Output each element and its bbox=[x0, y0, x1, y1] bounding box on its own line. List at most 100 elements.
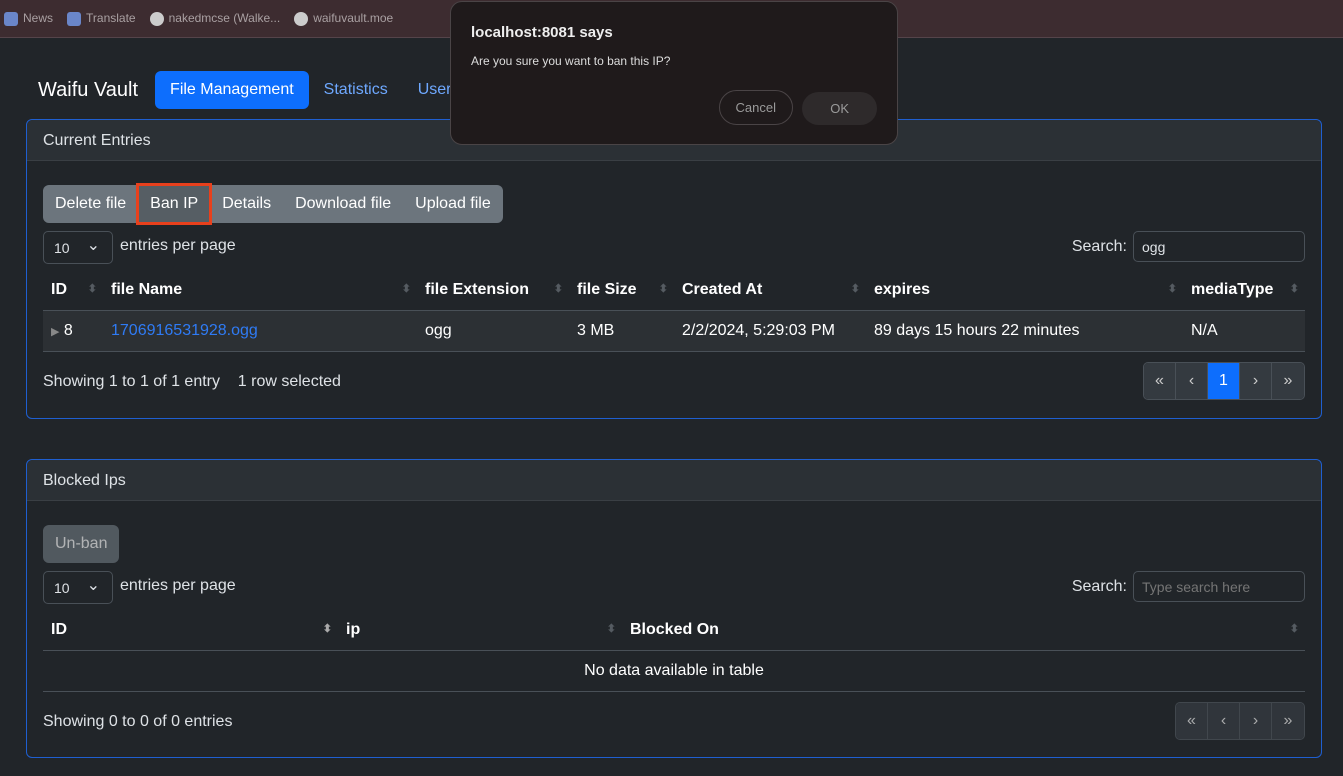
cell-created: 2/2/2024, 5:29:03 PM bbox=[674, 310, 866, 352]
sort-icon: ⬍ bbox=[1167, 283, 1177, 295]
file-link[interactable]: 1706916531928.ogg bbox=[111, 322, 258, 339]
col-file-size[interactable]: file Size ⬍ bbox=[569, 270, 674, 311]
bookmark-label: News bbox=[23, 11, 54, 26]
first-page-button[interactable]: « bbox=[1176, 703, 1208, 739]
selected-text: 1 row selected bbox=[237, 373, 341, 390]
sort-icon: ⬍ bbox=[1289, 623, 1299, 635]
col-created-at[interactable]: Created At ⬍ bbox=[674, 270, 866, 311]
col-label: ip bbox=[346, 620, 361, 638]
col-label: expires bbox=[874, 280, 931, 298]
bookmark-waifuvault[interactable]: waifuvault.moe bbox=[294, 11, 393, 26]
cell-media: N/A bbox=[1183, 310, 1305, 352]
col-expires[interactable]: expires ⬍ bbox=[866, 270, 1183, 311]
cell-expires: 89 days 15 hours 22 minutes bbox=[866, 310, 1183, 352]
sort-icon: ⬍ bbox=[606, 623, 616, 635]
col-media-type[interactable]: mediaType ⬍ bbox=[1183, 270, 1305, 311]
col-blocked-on[interactable]: Blocked On ⬍ bbox=[622, 610, 1305, 651]
navbar: Waifu Vault File Management Statistics U… bbox=[38, 71, 474, 109]
last-page-button[interactable]: » bbox=[1272, 363, 1304, 399]
next-page-button[interactable]: › bbox=[1240, 703, 1272, 739]
cell-ext: ogg bbox=[417, 310, 569, 352]
download-file-button[interactable]: Download file bbox=[283, 185, 403, 223]
details-button[interactable]: Details bbox=[210, 185, 283, 223]
col-file-extension[interactable]: file Extension ⬍ bbox=[417, 270, 569, 311]
col-file-name[interactable]: file Name ⬍ bbox=[103, 270, 417, 311]
sort-icon: ⬍ bbox=[553, 283, 563, 295]
pagination: « ‹ › » bbox=[1175, 702, 1305, 740]
search-input[interactable] bbox=[1133, 231, 1305, 262]
action-buttons: Delete file Ban IP Details Download file… bbox=[43, 183, 503, 225]
search-input[interactable] bbox=[1133, 571, 1305, 602]
page-1-button[interactable]: 1 bbox=[1208, 363, 1240, 399]
bookmark-github-nakedmcse[interactable]: nakedmcse (Walke... bbox=[149, 11, 281, 26]
table-info: Showing 1 to 1 of 1 entry 1 row selected bbox=[43, 373, 341, 391]
github-icon bbox=[149, 11, 164, 26]
github-icon bbox=[294, 11, 309, 26]
prev-page-button[interactable]: ‹ bbox=[1176, 363, 1208, 399]
info-text: Showing 1 to 1 of 1 entry bbox=[43, 373, 220, 390]
dialog-message: Are you sure you want to ban this IP? bbox=[471, 54, 671, 68]
upload-file-button[interactable]: Upload file bbox=[403, 185, 503, 223]
delete-file-button[interactable]: Delete file bbox=[43, 185, 138, 223]
sort-icon: ⬍ bbox=[658, 283, 668, 295]
tab-file-management[interactable]: File Management bbox=[155, 71, 309, 109]
entries-per-page-label: entries per page bbox=[120, 237, 236, 254]
id-value: 8 bbox=[63, 321, 73, 339]
prev-page-button[interactable]: ‹ bbox=[1208, 703, 1240, 739]
ban-ip-button[interactable]: Ban IP bbox=[136, 183, 213, 225]
col-label: ID bbox=[51, 280, 67, 298]
sort-icon: ⬍ bbox=[850, 283, 860, 295]
search-label: Search: bbox=[1071, 237, 1127, 255]
col-label: file Size bbox=[577, 280, 637, 298]
table-header: ID ⬍ ip ⬍ Blocked On ⬍ bbox=[43, 610, 1305, 651]
col-label: Created At bbox=[682, 280, 763, 298]
col-label: file Extension bbox=[425, 280, 530, 298]
blocked-ips-card: Blocked Ips Un-ban 10 entries per page S… bbox=[26, 459, 1322, 758]
search: Search: bbox=[1072, 571, 1305, 602]
cell-id[interactable]: ▶ 8 bbox=[43, 310, 103, 352]
sort-icon: ⬍ bbox=[322, 623, 332, 635]
unban-group: Un-ban bbox=[43, 525, 120, 563]
translate-icon bbox=[67, 11, 82, 26]
entries-table: ID ⬍ file Name ⬍ file Extension ⬍ file Size… bbox=[43, 270, 1305, 352]
empty-message: No data available in table bbox=[43, 650, 1305, 692]
cell-size: 3 MB bbox=[569, 310, 674, 352]
last-page-button[interactable]: » bbox=[1272, 703, 1304, 739]
dialog-title: localhost:8081 says bbox=[471, 24, 613, 41]
table-row: No data available in table bbox=[43, 650, 1305, 692]
col-id[interactable]: ID ⬍ bbox=[43, 610, 338, 651]
search: Search: bbox=[1072, 231, 1305, 262]
bookmark-translate[interactable]: Translate bbox=[67, 11, 136, 26]
table-info: Showing 0 to 0 of 0 entries bbox=[43, 713, 233, 730]
expand-icon[interactable]: ▶ bbox=[51, 326, 59, 338]
bookmark-label: Translate bbox=[86, 11, 136, 26]
cell-name: 1706916531928.ogg bbox=[103, 310, 417, 352]
col-ip[interactable]: ip ⬍ bbox=[338, 610, 622, 651]
bookmark-news[interactable]: News bbox=[4, 11, 53, 26]
pagination: « ‹ 1 › » bbox=[1143, 362, 1305, 400]
next-page-button[interactable]: › bbox=[1240, 363, 1272, 399]
page-size-select[interactable]: 10 bbox=[43, 571, 113, 604]
brand[interactable]: Waifu Vault bbox=[38, 79, 138, 102]
sort-icon: ⬍ bbox=[1289, 283, 1299, 295]
tab-statistics[interactable]: Statistics bbox=[309, 71, 403, 109]
col-label: file Name bbox=[111, 280, 183, 298]
col-label: ID bbox=[51, 620, 67, 638]
table-row[interactable]: ▶ 8 1706916531928.ogg ogg 3 MB 2/2/2024,… bbox=[43, 310, 1305, 352]
card-title: Blocked Ips bbox=[27, 460, 1321, 501]
current-entries-card: Current Entries Delete file Ban IP Detai… bbox=[26, 119, 1322, 419]
bookmark-label: waifuvault.moe bbox=[313, 11, 394, 26]
col-id[interactable]: ID ⬍ bbox=[43, 270, 103, 311]
page-size-select[interactable]: 10 bbox=[43, 231, 113, 264]
entries-per-page-label: entries per page bbox=[120, 577, 236, 594]
search-label: Search: bbox=[1071, 577, 1127, 595]
sort-icon: ⬍ bbox=[401, 283, 411, 295]
sort-icon: ⬍ bbox=[87, 283, 97, 295]
bookmark-label: nakedmcse (Walke... bbox=[168, 11, 281, 26]
ok-button[interactable]: OK bbox=[802, 92, 877, 125]
first-page-button[interactable]: « bbox=[1144, 363, 1176, 399]
blocked-table: ID ⬍ ip ⬍ Blocked On ⬍ No data available in… bbox=[43, 610, 1305, 692]
unban-button[interactable]: Un-ban bbox=[43, 525, 119, 563]
confirm-dialog: localhost:8081 says Are you sure you wan… bbox=[450, 1, 898, 145]
cancel-button[interactable]: Cancel bbox=[718, 90, 793, 125]
